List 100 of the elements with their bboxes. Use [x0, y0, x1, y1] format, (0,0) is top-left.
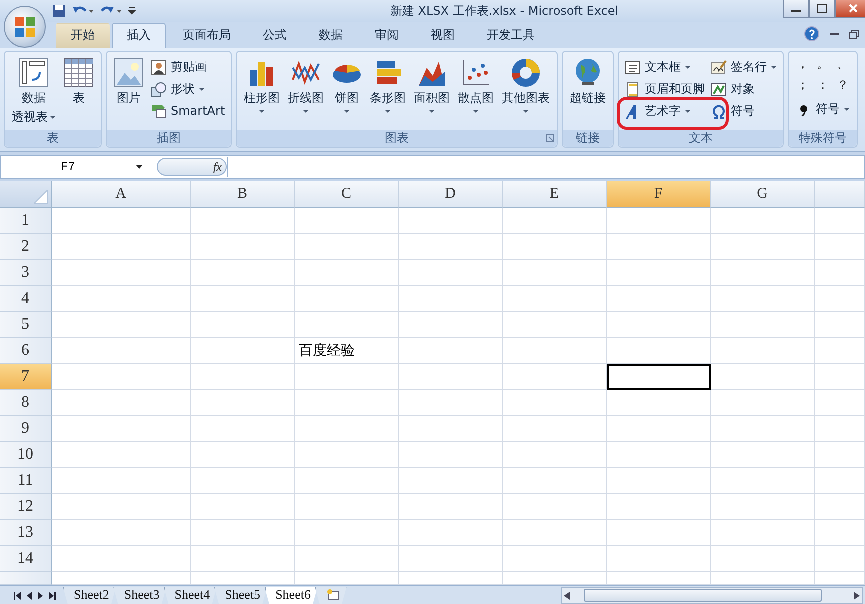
symbol-button[interactable]: 。 — [813, 56, 834, 73]
table-cell[interactable] — [711, 338, 815, 364]
table-cell[interactable] — [815, 390, 865, 416]
sheet-tab[interactable]: Sheet4 — [164, 586, 218, 604]
table-cell[interactable] — [295, 520, 399, 546]
row-header[interactable]: 10 — [0, 442, 52, 468]
table-cell[interactable] — [503, 312, 607, 338]
table-cell[interactable] — [815, 468, 865, 494]
table-cell[interactable] — [815, 442, 865, 468]
row-header[interactable]: 6 — [0, 338, 52, 364]
ribbon-button[interactable]: 条形图 — [367, 56, 410, 130]
table-cell[interactable] — [52, 416, 191, 442]
row-header[interactable]: 13 — [0, 520, 52, 546]
table-cell[interactable] — [503, 442, 607, 468]
table-cell[interactable] — [399, 338, 503, 364]
ribbon-button[interactable]: 页眉和页脚 — [623, 80, 708, 99]
table-cell[interactable] — [52, 338, 191, 364]
ribbon-tab[interactable]: 插入 — [112, 23, 166, 48]
table-cell[interactable] — [191, 208, 295, 234]
table-cell[interactable] — [711, 494, 815, 520]
table-cell[interactable] — [295, 390, 399, 416]
table-cell[interactable] — [191, 468, 295, 494]
insert-function-button[interactable]: fx — [213, 160, 222, 174]
sheet-tab[interactable]: Sheet2 — [63, 586, 116, 604]
row-header[interactable]: 9 — [0, 416, 52, 442]
sheet-tab[interactable]: Sheet3 — [113, 586, 167, 604]
table-cell[interactable] — [191, 390, 295, 416]
table-cell[interactable] — [711, 260, 815, 286]
ribbon-button[interactable]: 面积图 — [411, 56, 454, 130]
table-cell[interactable] — [815, 520, 865, 546]
table-cell[interactable] — [815, 546, 865, 572]
table-cell[interactable] — [399, 208, 503, 234]
table-cell[interactable] — [52, 468, 191, 494]
table-cell[interactable] — [503, 546, 607, 572]
symbol-button[interactable]: ： — [813, 77, 834, 94]
table-cell[interactable] — [815, 312, 865, 338]
table-cell[interactable] — [191, 364, 295, 390]
table-cell[interactable] — [295, 234, 399, 260]
table-cell[interactable] — [52, 234, 191, 260]
table-cell[interactable] — [711, 234, 815, 260]
ribbon-button[interactable]: 散点图 — [455, 56, 498, 130]
table-cell[interactable] — [711, 442, 815, 468]
table-cell[interactable] — [399, 520, 503, 546]
row-header[interactable]: 2 — [0, 234, 52, 260]
table-cell[interactable] — [399, 364, 503, 390]
selected-cell[interactable] — [607, 364, 711, 390]
table-cell[interactable] — [815, 260, 865, 286]
table-cell[interactable] — [399, 312, 503, 338]
table-cell[interactable] — [607, 468, 711, 494]
table-cell[interactable]: 百度经验 — [295, 338, 399, 364]
ribbon-tab[interactable]: 公式 — [248, 23, 302, 48]
ribbon-button[interactable]: 表 — [61, 56, 97, 130]
table-cell[interactable] — [815, 364, 865, 390]
table-cell[interactable] — [52, 286, 191, 312]
table-cell[interactable] — [607, 494, 711, 520]
table-cell[interactable] — [191, 260, 295, 286]
table-cell[interactable] — [503, 234, 607, 260]
row-header[interactable]: 8 — [0, 390, 52, 416]
table-cell[interactable] — [52, 520, 191, 546]
column-header[interactable]: G — [711, 181, 815, 208]
table-cell[interactable] — [607, 286, 711, 312]
column-header[interactable] — [815, 181, 865, 208]
table-cell[interactable] — [815, 208, 865, 234]
table-cell[interactable] — [503, 260, 607, 286]
minimize-button[interactable] — [783, 0, 809, 18]
symbol-button[interactable]: 、 — [833, 56, 854, 73]
symbol-button[interactable]: ？ — [833, 77, 854, 94]
insert-sheet-button[interactable] — [314, 586, 347, 604]
table-cell[interactable] — [399, 442, 503, 468]
ribbon-button[interactable]: 符号 — [709, 102, 780, 121]
table-cell[interactable] — [191, 520, 295, 546]
table-cell[interactable] — [52, 364, 191, 390]
ribbon-button[interactable]: 数据 透视表 — [9, 56, 59, 130]
ribbon-button[interactable]: 文本框 — [623, 58, 708, 77]
table-cell[interactable] — [607, 260, 711, 286]
table-cell[interactable] — [607, 442, 711, 468]
table-cell[interactable] — [191, 312, 295, 338]
table-cell[interactable] — [52, 390, 191, 416]
table-cell[interactable] — [399, 286, 503, 312]
row-header[interactable]: 7 — [0, 364, 52, 390]
table-cell[interactable] — [711, 390, 815, 416]
ribbon-button[interactable]: 柱形图 — [241, 56, 284, 130]
row-header[interactable]: 3 — [0, 260, 52, 286]
table-cell[interactable] — [52, 494, 191, 520]
table-cell[interactable] — [815, 416, 865, 442]
ribbon-button[interactable]: 符号 — [794, 100, 852, 119]
table-cell[interactable] — [295, 208, 399, 234]
table-cell[interactable] — [607, 520, 711, 546]
table-cell[interactable] — [399, 468, 503, 494]
ribbon-button[interactable]: SmartArt — [149, 102, 228, 120]
table-cell[interactable] — [711, 312, 815, 338]
table-cell[interactable] — [607, 546, 711, 572]
table-cell[interactable] — [295, 416, 399, 442]
table-cell[interactable] — [191, 416, 295, 442]
row-header[interactable]: 14 — [0, 546, 52, 572]
table-cell[interactable] — [503, 520, 607, 546]
ribbon-tab[interactable]: 开始 — [56, 23, 110, 48]
save-button[interactable] — [52, 4, 66, 18]
row-header[interactable]: 12 — [0, 494, 52, 520]
table-cell[interactable] — [191, 286, 295, 312]
